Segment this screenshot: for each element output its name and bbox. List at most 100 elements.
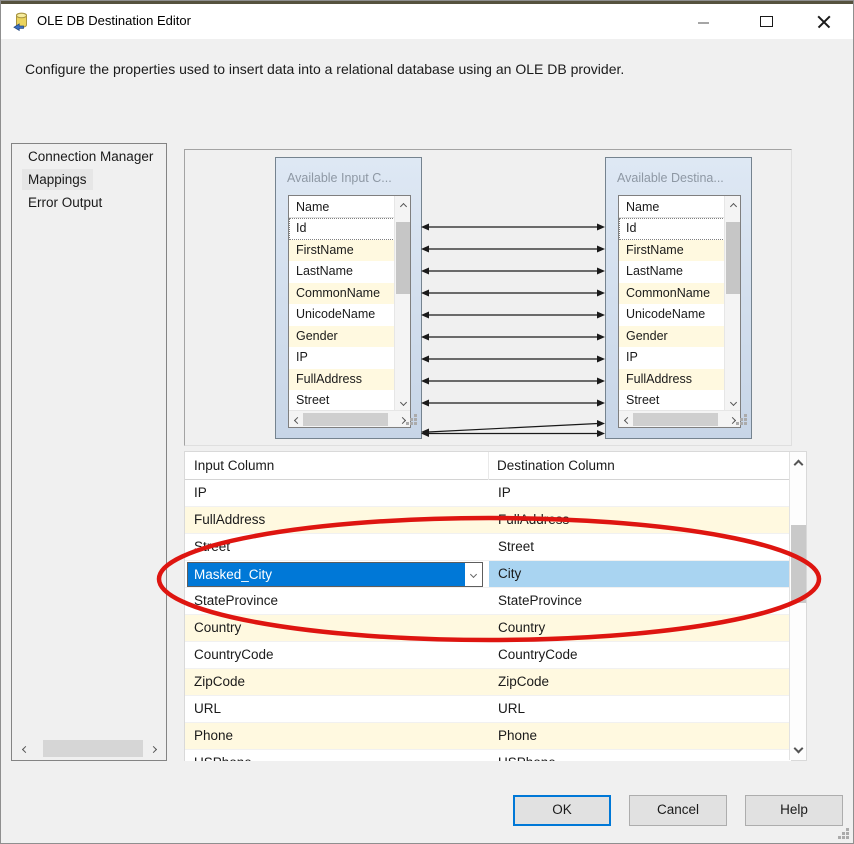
destination-column-cell[interactable]: Street	[489, 534, 791, 560]
grid-vertical-scrollbar[interactable]	[789, 452, 806, 760]
input-column-cell[interactable]: Street	[185, 534, 488, 560]
input-column-cell[interactable]: URL	[185, 696, 488, 722]
available-destination-columns-listbox[interactable]: Available Destina... Name IdFirstNameLas…	[605, 157, 752, 439]
destination-column-header[interactable]: Destination Column	[497, 458, 615, 473]
column-list-item[interactable]: Street	[289, 390, 395, 412]
destination-list-vertical-scrollbar[interactable]	[724, 196, 740, 412]
column-list-item[interactable]: CommonName	[619, 283, 725, 305]
mapping-row[interactable]: CountryCountry	[185, 615, 791, 642]
ok-button[interactable]: OK	[513, 795, 611, 826]
scrollbar-thumb[interactable]	[633, 413, 718, 426]
mapping-row[interactable]: IPIP	[185, 480, 791, 507]
destination-column-cell[interactable]: Country	[489, 615, 791, 641]
input-column-cell[interactable]: CountryCode	[185, 642, 488, 668]
column-list-item[interactable]: CommonName	[289, 283, 395, 305]
sidebar-item-connection-manager[interactable]: Connection Manager	[22, 146, 166, 167]
scroll-up-icon[interactable]	[725, 198, 741, 214]
listbox-resize-grip[interactable]	[405, 414, 417, 426]
window-resize-grip[interactable]	[837, 828, 849, 840]
chevron-down-icon[interactable]	[465, 563, 482, 586]
scroll-up-icon[interactable]	[395, 198, 411, 214]
sidebar-item-label: Mappings	[22, 169, 93, 190]
scrollbar-thumb[interactable]	[396, 222, 410, 294]
database-icon	[11, 11, 33, 33]
column-list-item[interactable]: UnicodeName	[619, 304, 725, 326]
input-column-cell[interactable]: Country	[185, 615, 488, 641]
mapping-row[interactable]: USPhone USPhone	[185, 750, 791, 761]
destination-column-cell[interactable]: Phone	[489, 723, 791, 749]
scroll-up-icon[interactable]	[790, 456, 806, 472]
minimize-button[interactable]	[681, 4, 726, 39]
mapping-row[interactable]: CountryCodeCountryCode	[185, 642, 791, 669]
input-column-value: Street	[194, 539, 230, 554]
help-button[interactable]: Help	[745, 795, 843, 826]
mapping-row[interactable]: FullAddressFullAddress	[185, 507, 791, 534]
destination-column-cell[interactable]: ZipCode	[489, 669, 791, 695]
titlebar[interactable]: OLE DB Destination Editor	[1, 4, 854, 39]
sidebar-item-label: Connection Manager	[22, 146, 159, 167]
sidebar-scrollbar-thumb[interactable]	[43, 740, 143, 757]
column-list-item[interactable]: IP	[289, 347, 395, 369]
column-list-item[interactable]: Gender	[619, 326, 725, 348]
destination-list-horizontal-scrollbar[interactable]	[619, 410, 740, 427]
destination-column-cell[interactable]: IP	[489, 480, 791, 506]
destination-column-value: USPhone	[498, 755, 556, 761]
mapping-row[interactable]: ZipCodeZipCode	[185, 669, 791, 696]
listbox-resize-grip[interactable]	[735, 414, 747, 426]
mapping-row[interactable]: StateProvinceStateProvince	[185, 588, 791, 615]
input-list-horizontal-scrollbar[interactable]	[289, 410, 410, 427]
destination-column-cell[interactable]: City	[489, 561, 791, 587]
close-button[interactable]	[801, 4, 846, 39]
cancel-button[interactable]: Cancel	[629, 795, 727, 826]
sidebar-item-mappings[interactable]: Mappings	[22, 169, 166, 190]
destination-column-cell[interactable]: URL	[489, 696, 791, 722]
input-column-cell[interactable]: ZipCode	[185, 669, 488, 695]
input-list-vertical-scrollbar[interactable]	[394, 196, 410, 412]
input-column-cell[interactable]: USPhone	[185, 750, 488, 761]
input-column-combobox[interactable]: Masked_City	[187, 562, 483, 587]
sidebar-item-error-output[interactable]: Error Output	[22, 192, 166, 213]
grid-scrollbar-thumb[interactable]	[791, 525, 806, 603]
destination-column-value: URL	[498, 701, 525, 716]
input-column-cell[interactable]: StateProvince	[185, 588, 488, 614]
column-list-item[interactable]: Street	[619, 390, 725, 412]
scroll-down-icon[interactable]	[725, 394, 741, 410]
mapping-row[interactable]: Masked_CityCity	[185, 561, 791, 588]
destination-column-cell[interactable]: CountryCode	[489, 642, 791, 668]
mapping-row[interactable]: PhonePhone	[185, 723, 791, 750]
column-list-item[interactable]: FullAddress	[619, 369, 725, 391]
column-list-item[interactable]: IP	[619, 347, 725, 369]
scroll-down-icon[interactable]	[790, 740, 806, 756]
column-list-item[interactable]: UnicodeName	[289, 304, 395, 326]
destination-column-cell[interactable]: USPhone	[489, 750, 791, 761]
name-column-header[interactable]: Name	[619, 196, 725, 218]
mapping-grid: Input Column Destination Column IPIPFull…	[184, 451, 807, 761]
column-list-item[interactable]: LastName	[619, 261, 725, 283]
name-column-header[interactable]: Name	[289, 196, 395, 218]
destination-column-cell[interactable]: StateProvince	[489, 588, 791, 614]
available-destination-columns-title: Available Destina...	[617, 171, 724, 185]
destination-column-cell[interactable]: FullAddress	[489, 507, 791, 533]
input-column-cell[interactable]: Phone	[185, 723, 488, 749]
scroll-right-icon[interactable]	[145, 741, 161, 757]
input-column-cell[interactable]: FullAddress	[185, 507, 488, 533]
scrollbar-thumb[interactable]	[726, 222, 740, 294]
input-column-header[interactable]: Input Column	[194, 458, 274, 473]
maximize-button[interactable]	[744, 4, 789, 39]
column-list-item[interactable]: FullAddress	[289, 369, 395, 391]
scrollbar-thumb[interactable]	[303, 413, 388, 426]
available-input-columns-listbox[interactable]: Available Input C... Name IdFirstNameLas…	[275, 157, 422, 439]
column-list-item[interactable]: FirstName	[289, 240, 395, 262]
mapping-row[interactable]: Street Street	[185, 534, 791, 561]
sidebar-horizontal-scrollbar[interactable]	[13, 738, 165, 759]
column-list-item[interactable]: Gender	[289, 326, 395, 348]
column-list-item[interactable]: Id	[619, 218, 725, 240]
column-list-item[interactable]: LastName	[289, 261, 395, 283]
column-list-item[interactable]: Id	[289, 218, 395, 240]
scroll-left-icon[interactable]	[17, 741, 33, 757]
input-column-cell[interactable]: IP	[185, 480, 488, 506]
scroll-down-icon[interactable]	[395, 394, 411, 410]
mapping-row[interactable]: URL URL	[185, 696, 791, 723]
input-column-cell[interactable]: Masked_City	[185, 561, 488, 587]
column-list-item[interactable]: FirstName	[619, 240, 725, 262]
